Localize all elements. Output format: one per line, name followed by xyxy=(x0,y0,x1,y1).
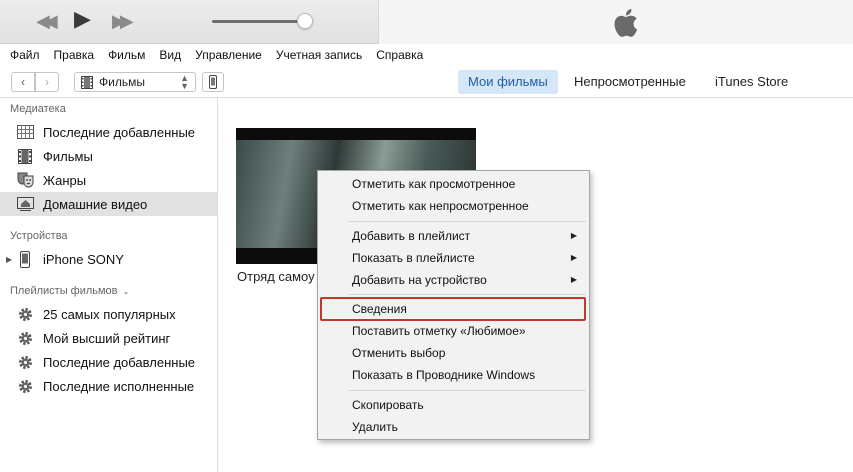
ctx-mark-favorite[interactable]: Поставить отметку «Любимое» xyxy=(318,320,589,342)
sidebar-item-label: Мой высший рейтинг xyxy=(43,330,171,346)
menu-bar: Файл Правка Фильм Вид Управление Учетная… xyxy=(0,44,853,66)
ctx-item-label: Добавить на устройство xyxy=(352,273,487,287)
menu-separator xyxy=(348,221,586,222)
masks-icon xyxy=(16,171,34,189)
gear-icon xyxy=(16,329,34,347)
ctx-mark-watched[interactable]: Отметить как просмотренное xyxy=(318,173,589,195)
ctx-show-in-explorer[interactable]: Показать в Проводнике Windows xyxy=(318,364,589,386)
back-button[interactable]: ‹ xyxy=(11,72,35,92)
submenu-arrow-icon: ▶ xyxy=(570,253,577,262)
apple-logo-icon xyxy=(614,9,638,37)
ctx-item-label: Отменить выбор xyxy=(352,346,446,360)
submenu-arrow-icon: ▶ xyxy=(570,275,577,284)
expand-triangle-icon[interactable]: ▶ xyxy=(6,255,12,264)
ctx-delete[interactable]: Удалить xyxy=(318,416,589,438)
sidebar-item-genres[interactable]: Жанры xyxy=(0,168,217,192)
chevron-updown-icon: ▲ ▼ xyxy=(180,73,189,91)
film-icon xyxy=(16,147,34,165)
ctx-item-label: Отметить как непросмотренное xyxy=(352,199,529,213)
highlight-frame xyxy=(320,297,586,321)
ctx-deselect[interactable]: Отменить выбор xyxy=(318,342,589,364)
library-section-title: Медиатека xyxy=(10,103,66,115)
ctx-add-to-device[interactable]: Добавить на устройство ▶ xyxy=(318,269,589,291)
ctx-show-in-playlist[interactable]: Показать в плейлисте ▶ xyxy=(318,247,589,269)
gear-icon xyxy=(16,377,34,395)
iphone-icon xyxy=(209,75,217,89)
menu-controls[interactable]: Управление xyxy=(195,48,262,62)
rewind-icon[interactable]: ◀◀ xyxy=(36,11,58,31)
iphone-icon xyxy=(16,250,34,268)
sidebar-item-label: Фильмы xyxy=(43,148,93,164)
tab-itunes-store[interactable]: iTunes Store xyxy=(705,70,798,94)
menu-account[interactable]: Учетная запись xyxy=(276,48,362,62)
context-menu: Отметить как просмотренное Отметить как … xyxy=(317,170,590,440)
sidebar-item-movies[interactable]: Фильмы xyxy=(0,144,217,168)
ctx-item-label: Отметить как просмотренное xyxy=(352,177,516,191)
menu-view[interactable]: Вид xyxy=(159,48,181,62)
volume-slider-knob[interactable] xyxy=(297,13,313,29)
playlists-section-title[interactable]: Плейлисты фильмов ⌄ xyxy=(10,285,129,297)
sidebar-item-label: Последние добавленные xyxy=(43,354,196,370)
ctx-item-label: Показать в плейлисте xyxy=(352,251,475,265)
media-kind-select[interactable]: Фильмы ▲ ▼ xyxy=(74,72,196,92)
media-kind-label: Фильмы xyxy=(99,75,145,89)
sidebar: Медиатека Последние добавленные Фильмы Ж… xyxy=(0,98,218,472)
sidebar-item-label: Последние добавленные xyxy=(43,124,196,140)
sidebar-item-playlist[interactable]: 25 самых популярных xyxy=(0,302,217,326)
ctx-copy[interactable]: Скопировать xyxy=(318,394,589,416)
sidebar-item-label: 25 самых популярных xyxy=(43,306,176,322)
forward-button[interactable]: › xyxy=(35,72,59,92)
sidebar-item-playlist[interactable]: Последние исполненные xyxy=(0,374,217,398)
sidebar-item-playlist[interactable]: Последние добавленные xyxy=(0,350,217,374)
menu-help[interactable]: Справка xyxy=(376,48,423,62)
ctx-item-label: Добавить в плейлист xyxy=(352,229,471,243)
chevron-down-icon: ⌄ xyxy=(122,287,130,296)
player-bar: ◀◀ ▶ ▶▶ xyxy=(0,0,853,44)
sidebar-item-label: iPhone SONY xyxy=(43,251,124,267)
menu-movie[interactable]: Фильм xyxy=(108,48,145,62)
menu-edit[interactable]: Правка xyxy=(54,48,95,62)
ctx-item-label: Удалить xyxy=(352,420,398,434)
gear-icon xyxy=(16,305,34,323)
sidebar-item-label: Домашние видео xyxy=(43,196,148,212)
toolbar: ‹ › Фильмы ▲ ▼ Мои фильмы Непросмотренные… xyxy=(0,66,853,98)
home-video-icon xyxy=(16,195,34,213)
movie-title[interactable]: Отряд самоу xyxy=(237,269,315,284)
ctx-add-to-playlist[interactable]: Добавить в плейлист ▶ xyxy=(318,225,589,247)
sidebar-item-playlist[interactable]: Мой высший рейтинг xyxy=(0,326,217,350)
gear-icon xyxy=(16,353,34,371)
ctx-item-label: Поставить отметку «Любимое» xyxy=(352,324,526,338)
tab-unwatched[interactable]: Непросмотренные xyxy=(564,70,696,94)
menu-separator xyxy=(348,294,586,295)
volume-slider-track[interactable] xyxy=(212,20,304,23)
film-icon xyxy=(81,75,93,89)
devices-section-title: Устройства xyxy=(10,230,68,242)
grid-icon xyxy=(16,123,34,141)
sidebar-item-label: Жанры xyxy=(43,172,87,188)
menu-separator xyxy=(348,390,586,391)
sidebar-item-device[interactable]: ▶ iPhone SONY xyxy=(0,247,217,271)
ctx-item-label: Показать в Проводнике Windows xyxy=(352,368,536,382)
sidebar-item-label: Последние исполненные xyxy=(43,378,195,394)
ctx-mark-unwatched[interactable]: Отметить как непросмотренное xyxy=(318,195,589,217)
sidebar-item-home-videos[interactable]: Домашние видео xyxy=(0,192,217,216)
play-icon[interactable]: ▶ xyxy=(74,8,91,30)
ctx-item-label: Скопировать xyxy=(352,398,424,412)
sidebar-item-recently-added[interactable]: Последние добавленные xyxy=(0,120,217,144)
submenu-arrow-icon: ▶ xyxy=(570,231,577,240)
menu-file[interactable]: Файл xyxy=(10,48,40,62)
tab-my-movies[interactable]: Мои фильмы xyxy=(458,70,558,94)
fast-forward-icon[interactable]: ▶▶ xyxy=(112,11,134,31)
playlists-section-label: Плейлисты фильмов xyxy=(10,285,118,297)
device-button[interactable] xyxy=(202,72,224,92)
